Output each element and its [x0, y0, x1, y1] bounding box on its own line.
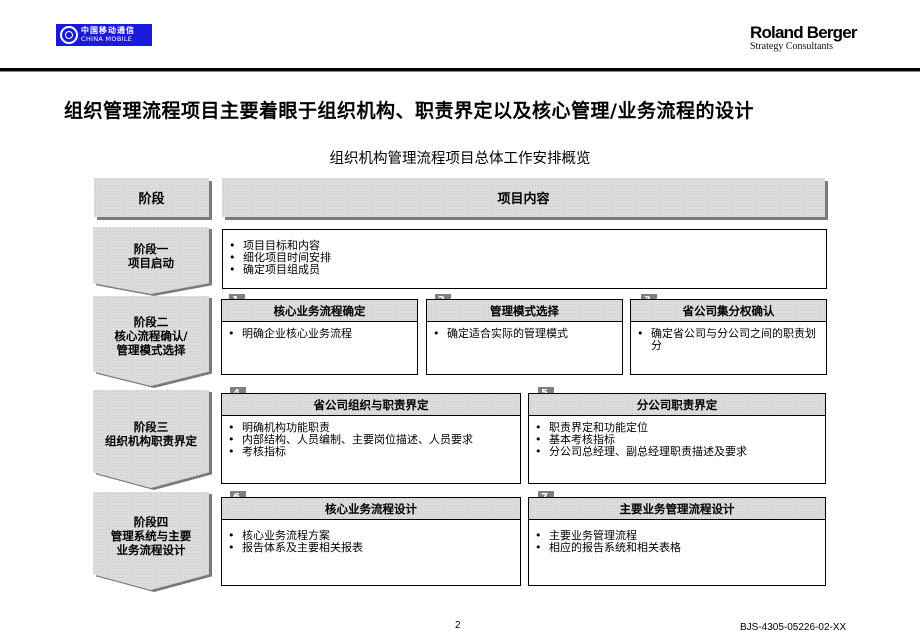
- stage-2: 阶段二 核心流程确认/ 管理模式选择: [93, 296, 215, 386]
- task-5-title: 分公司职责界定: [529, 394, 825, 416]
- task-4-item: 考核指标: [228, 446, 516, 459]
- stage-4-line1: 阶段四: [133, 515, 169, 529]
- stage-2-line3: 管理模式选择: [116, 343, 186, 357]
- stage-3-line1: 阶段三: [133, 420, 169, 434]
- task-4-card: 省公司组织与职责界定 明确机构功能职责 内部结构、人员编制、主要岗位描述、人员要…: [221, 393, 521, 484]
- task-7-title-text: 主要业务管理流程设计: [619, 501, 735, 516]
- content-header-label: 项目内容: [497, 192, 550, 207]
- document-code: BJS-4305-05226-02-XX: [740, 622, 847, 633]
- task-7-card: 主要业务管理流程设计 主要业务管理流程 相应的报告系统和相关表格: [528, 497, 826, 586]
- stage-column-header: 阶段: [94, 178, 209, 217]
- page-number: 2: [455, 620, 461, 631]
- task-1-card: 核心业务流程确定 明确企业核心业务流程: [221, 299, 418, 375]
- task-6-item: 报告体系及主要相关报表: [228, 542, 516, 555]
- task-6-title-text: 核心业务流程设计: [325, 501, 417, 516]
- roland-berger-logo: Roland Berger Strategy Consultants: [750, 24, 860, 52]
- stage-2-line1: 阶段二: [133, 315, 169, 329]
- stage-2-line2: 核心流程确认/: [114, 329, 188, 343]
- roland-berger-sub: Strategy Consultants: [750, 41, 834, 52]
- task-7-item: 相应的报告系统和相关表格: [535, 542, 821, 555]
- stage-1-item: 确定项目组成员: [229, 264, 822, 277]
- task-1-title: 核心业务流程确定: [222, 300, 417, 322]
- task-6-card: 核心业务流程设计 核心业务流程方案 报告体系及主要相关报表: [221, 497, 521, 586]
- page-title: 组织管理流程项目主要着眼于组织机构、职责界定以及核心管理/业务流程的设计: [64, 100, 754, 122]
- task-2-card: 管理模式选择 确定适合实际的管理模式: [426, 299, 623, 375]
- task-3-card: 省公司集分权确认 确定省公司与分公司之间的职责划分: [630, 299, 827, 375]
- task-5-card: 分公司职责界定 职责界定和功能定位 基本考核指标 分公司总经理、副总经理职责描述…: [528, 393, 826, 484]
- stage-4-line3: 业务流程设计: [116, 543, 186, 557]
- china-mobile-emblem-icon: [60, 26, 78, 44]
- stage-4: 阶段四 管理系统与主要 业务流程设计: [93, 492, 215, 590]
- stage-1-line1: 阶段一: [133, 241, 169, 256]
- task-4-title-text: 省公司组织与职责界定: [313, 397, 429, 412]
- task-3-item: 确定省公司与分公司之间的职责划分: [637, 328, 822, 352]
- task-5-item: 分公司总经理、副总经理职责描述及要求: [535, 446, 821, 459]
- task-2-title-text: 管理模式选择: [490, 303, 559, 318]
- task-2-title: 管理模式选择: [427, 300, 622, 322]
- china-mobile-en: CHINA MOBILE: [81, 35, 133, 43]
- task-2-item: 确定适合实际的管理模式: [433, 328, 618, 341]
- stage-4-line2: 管理系统与主要: [110, 529, 192, 543]
- stage-3: 阶段三 组织机构职责界定: [93, 390, 215, 488]
- task-3-title-text: 省公司集分权确认: [682, 303, 775, 318]
- task-1-item: 明确企业核心业务流程: [228, 328, 413, 341]
- china-mobile-logo: 中国移动通信 CHINA MOBILE: [56, 24, 152, 46]
- stage-1: 阶段一 项目启动: [93, 227, 215, 294]
- task-7-title: 主要业务管理流程设计: [529, 498, 825, 520]
- task-6-title: 核心业务流程设计: [222, 498, 520, 520]
- stage-1-line2: 项目启动: [128, 255, 174, 270]
- stage-3-line2: 组织机构职责界定: [105, 434, 197, 448]
- page-subtitle: 组织机构管理流程项目总体工作安排概览: [329, 151, 591, 167]
- content-column-header: 项目内容: [222, 178, 825, 217]
- stage-1-content: 项目目标和内容 细化项目时间安排 确定项目组成员: [222, 229, 827, 289]
- stage-header-label: 阶段: [138, 192, 165, 207]
- task-5-title-text: 分公司职责界定: [636, 397, 718, 412]
- header-divider: [0, 68, 920, 72]
- china-mobile-cn: 中国移动通信: [81, 26, 135, 35]
- task-4-title: 省公司组织与职责界定: [222, 394, 520, 416]
- task-3-title: 省公司集分权确认: [631, 300, 826, 322]
- roland-berger-name: Roland Berger: [750, 23, 858, 42]
- task-1-title-text: 核心业务流程确定: [273, 303, 366, 318]
